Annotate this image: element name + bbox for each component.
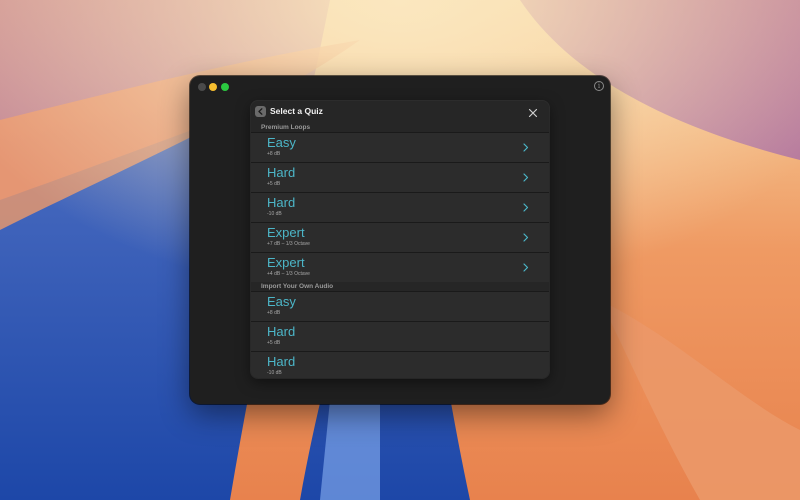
quiz-row[interactable]: Hard -10 dB (251, 192, 549, 222)
quiz-row[interactable]: Easy +8 dB (251, 132, 549, 162)
quiz-row[interactable]: Expert +4 dB – 1/3 Octave (251, 252, 549, 282)
quiz-title: Hard (267, 324, 296, 339)
select-quiz-sheet: Select a Quiz Premium Loops Easy +8 dB H… (251, 101, 549, 378)
chevron-right-icon (523, 173, 529, 182)
quiz-row[interactable]: Hard +5 dB (251, 162, 549, 192)
sheet-header: Select a Quiz (251, 101, 549, 123)
quiz-subtitle: +8 dB (267, 151, 281, 157)
quiz-title: Easy (267, 135, 296, 150)
window-minimize-button[interactable] (209, 83, 217, 91)
quiz-row[interactable]: Easy +8 dB (251, 291, 549, 321)
chevron-right-icon (523, 233, 529, 242)
info-icon[interactable]: i (594, 81, 604, 91)
quiz-subtitle: -10 dB (267, 211, 282, 217)
quiz-subtitle: -10 dB (267, 370, 282, 376)
sheet-title: Select a Quiz (270, 106, 323, 116)
chevron-left-icon (258, 108, 263, 115)
quiz-title: Expert (267, 225, 305, 240)
close-icon[interactable] (528, 108, 538, 118)
quiz-row[interactable]: Expert +7 dB – 1/3 Octave (251, 222, 549, 252)
quiz-title: Hard (267, 165, 296, 180)
quiz-subtitle: +7 dB – 1/3 Octave (267, 241, 310, 247)
quiz-subtitle: +5 dB (267, 340, 281, 346)
quiz-subtitle: +8 dB (267, 310, 281, 316)
quiz-title: Easy (267, 294, 296, 309)
quiz-title: Hard (267, 195, 296, 210)
quiz-subtitle: +5 dB (267, 181, 281, 187)
chevron-right-icon (523, 143, 529, 152)
window-zoom-button[interactable] (221, 83, 229, 91)
quiz-subtitle: +4 dB – 1/3 Octave (267, 271, 310, 277)
quiz-row[interactable]: Hard +5 dB (251, 321, 549, 351)
chevron-right-icon (523, 263, 529, 272)
quiz-title: Expert (267, 255, 305, 270)
window-close-button[interactable] (198, 83, 206, 91)
chevron-right-icon (523, 203, 529, 212)
quiz-row[interactable]: Hard -10 dB (251, 351, 549, 378)
back-button[interactable] (255, 106, 266, 117)
quiz-title: Hard (267, 354, 296, 369)
